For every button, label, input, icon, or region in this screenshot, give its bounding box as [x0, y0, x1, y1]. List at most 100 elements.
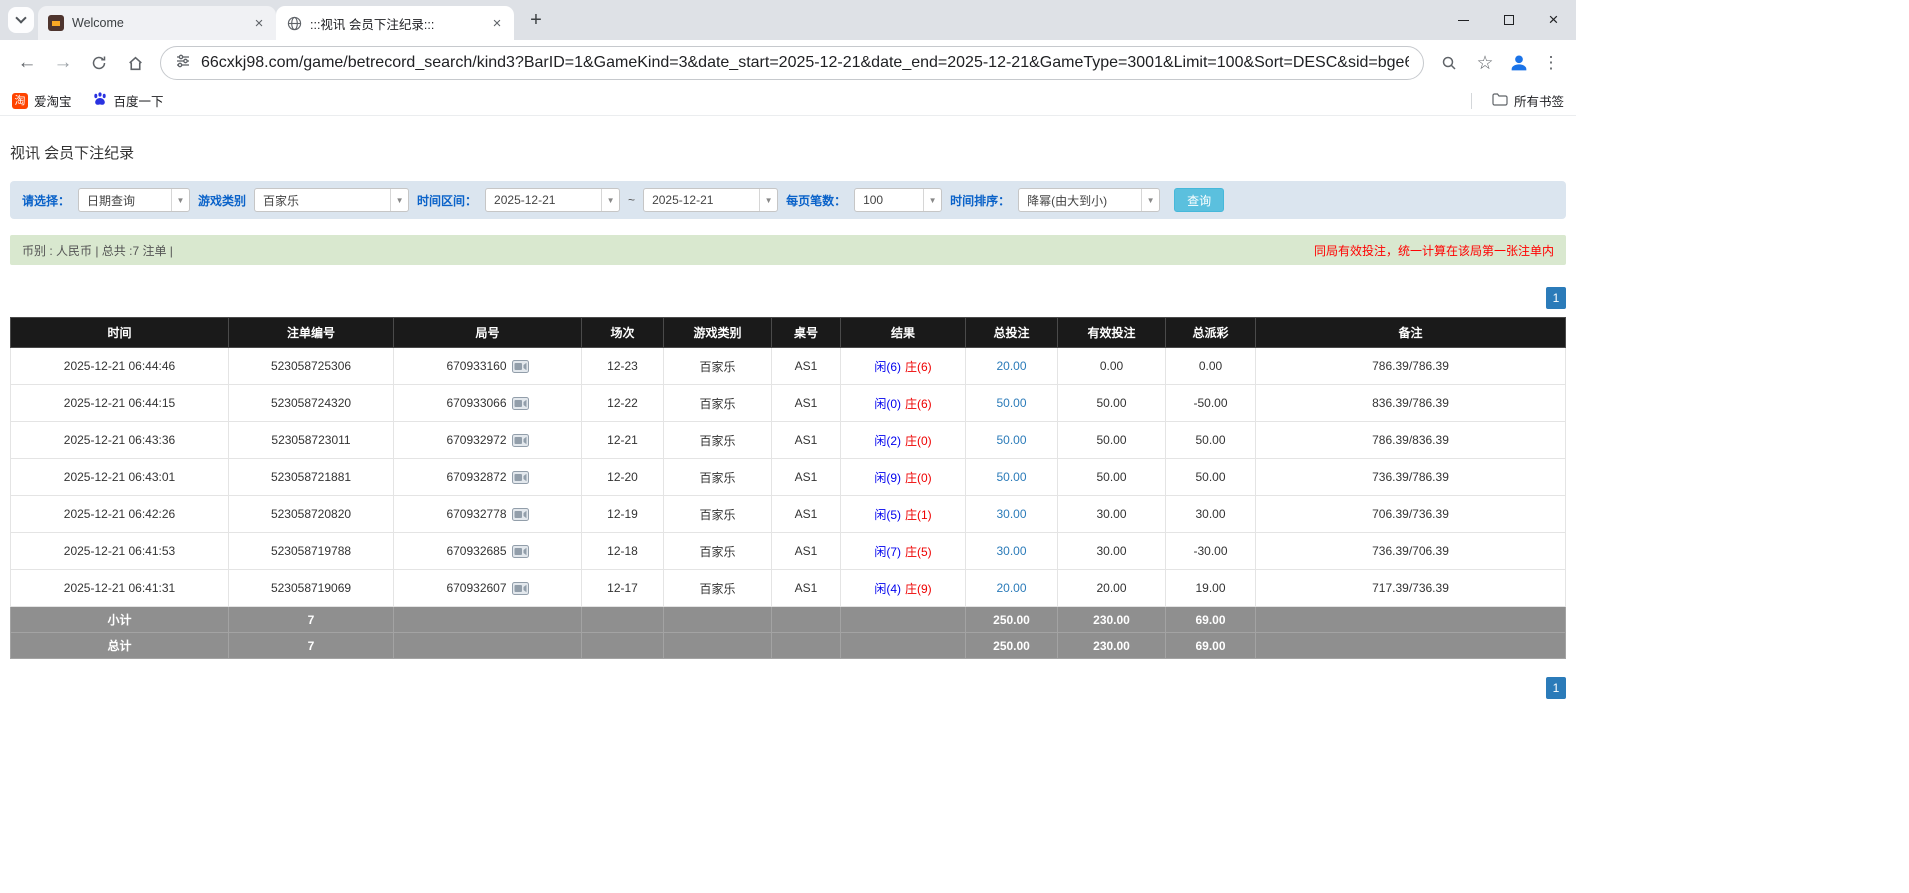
- cell-result: 闲(2)庄(0): [841, 422, 966, 459]
- total-bet-link[interactable]: 30.00: [996, 507, 1026, 521]
- forward-button[interactable]: →: [46, 46, 80, 80]
- total-valid-bet: 230.00: [1058, 633, 1166, 659]
- cell-session: 12-22: [582, 385, 664, 422]
- total-bet-link[interactable]: 20.00: [996, 581, 1026, 595]
- round-id-text: 670932972: [446, 433, 506, 447]
- address-bar: ← → 66cxkj98.com/game/betrecord_search/k…: [0, 40, 1576, 86]
- info-bar: 币别 : 人民币 | 总共 :7 注单 | 同局有效投注，统一计算在该局第一张注…: [10, 235, 1566, 265]
- table-body: 2025-12-21 06:44:46 523058725306 6709331…: [11, 348, 1566, 659]
- subtotal-total-bet: 250.00: [966, 607, 1058, 633]
- cell-table-no: AS1: [772, 348, 841, 385]
- cell-game-type: 百家乐: [664, 496, 772, 533]
- home-button[interactable]: [118, 46, 152, 80]
- cell-session: 12-18: [582, 533, 664, 570]
- summary-cell-empty: [394, 633, 582, 659]
- date-end-input[interactable]: 2025-12-21 ▼: [643, 188, 778, 212]
- maximize-button[interactable]: [1486, 0, 1531, 40]
- video-replay-icon[interactable]: [512, 582, 529, 595]
- bookmark-baidu[interactable]: 百度一下: [92, 91, 164, 110]
- result-player: 闲(7): [874, 545, 901, 559]
- page-title: 视讯 会员下注纪录: [10, 142, 1566, 163]
- cell-bet-id: 523058723011: [229, 422, 394, 459]
- cell-time: 2025-12-21 06:44:15: [11, 385, 229, 422]
- video-replay-icon[interactable]: [512, 434, 529, 447]
- profile-avatar[interactable]: [1504, 48, 1534, 78]
- cell-round-id: 670932685: [394, 533, 582, 570]
- site-info-icon[interactable]: [175, 53, 191, 74]
- url-text: 66cxkj98.com/game/betrecord_search/kind3…: [201, 54, 1409, 72]
- welcome-favicon-icon: [48, 15, 64, 31]
- summary-cell-empty: [582, 607, 664, 633]
- video-replay-icon[interactable]: [512, 397, 529, 410]
- tab-strip: Welcome × :::视讯 会员下注纪录::: × + ×: [0, 0, 1576, 40]
- result-player: 闲(4): [874, 582, 901, 596]
- total-bet-link[interactable]: 50.00: [996, 470, 1026, 484]
- result-banker: 庄(1): [905, 508, 932, 522]
- total-bet-link[interactable]: 20.00: [996, 359, 1026, 373]
- tab-betrecord[interactable]: :::视讯 会员下注纪录::: ×: [276, 6, 514, 40]
- column-header-valid-bet: 有效投注: [1058, 318, 1166, 348]
- browser-menu-button[interactable]: ⋮: [1536, 53, 1566, 73]
- per-page-select[interactable]: 100 ▼: [854, 188, 942, 212]
- video-replay-icon[interactable]: [512, 471, 529, 484]
- bookmark-star-button[interactable]: ☆: [1468, 46, 1502, 80]
- table-header-row: 时间 注单编号 局号 场次 游戏类别 桌号 结果 总投注 有效投注 总派彩 备注: [11, 318, 1566, 348]
- cell-note: 706.39/736.39: [1256, 496, 1566, 533]
- result-banker: 庄(9): [905, 582, 932, 596]
- url-bar[interactable]: 66cxkj98.com/game/betrecord_search/kind3…: [160, 46, 1424, 80]
- cell-total-bet: 50.00: [966, 385, 1058, 422]
- tab-welcome[interactable]: Welcome ×: [38, 6, 276, 40]
- table-row: 2025-12-21 06:42:26 523058720820 6709327…: [11, 496, 1566, 533]
- cell-table-no: AS1: [772, 385, 841, 422]
- cell-total-bet: 30.00: [966, 533, 1058, 570]
- tab-search-button[interactable]: [8, 7, 34, 33]
- cell-game-type: 百家乐: [664, 459, 772, 496]
- total-bet-link[interactable]: 30.00: [996, 544, 1026, 558]
- currency-summary: 币别 : 人民币 | 总共 :7 注单 |: [22, 242, 173, 259]
- result-banker: 庄(5): [905, 545, 932, 559]
- search-button[interactable]: 查询: [1174, 188, 1224, 212]
- total-bet-link[interactable]: 50.00: [996, 433, 1026, 447]
- close-tab-icon[interactable]: ×: [488, 14, 506, 32]
- summary-cell-empty: [664, 633, 772, 659]
- cell-bet-id: 523058721881: [229, 459, 394, 496]
- select-label: 请选择：: [22, 192, 70, 209]
- cell-table-no: AS1: [772, 533, 841, 570]
- round-id-text: 670932607: [446, 581, 506, 595]
- cell-time: 2025-12-21 06:44:46: [11, 348, 229, 385]
- bet-records-table: 时间 注单编号 局号 场次 游戏类别 桌号 结果 总投注 有效投注 总派彩 备注…: [10, 317, 1566, 659]
- close-window-button[interactable]: ×: [1531, 0, 1576, 40]
- total-label: 总计: [11, 633, 229, 659]
- sort-select[interactable]: 降幂(由大到小) ▼: [1018, 188, 1160, 212]
- chevron-down-icon: [15, 12, 26, 23]
- cell-total-bet: 20.00: [966, 348, 1058, 385]
- cell-time: 2025-12-21 06:43:36: [11, 422, 229, 459]
- video-replay-icon[interactable]: [512, 508, 529, 521]
- zoom-button[interactable]: [1432, 46, 1466, 80]
- person-icon: [1508, 52, 1530, 74]
- date-start-input[interactable]: 2025-12-21 ▼: [485, 188, 620, 212]
- video-replay-icon[interactable]: [512, 545, 529, 558]
- round-id-text: 670933066: [446, 396, 506, 410]
- all-bookmarks-button[interactable]: 所有书签: [1492, 91, 1564, 110]
- total-bet-link[interactable]: 50.00: [996, 396, 1026, 410]
- cell-valid-bet: 0.00: [1058, 348, 1166, 385]
- new-tab-button[interactable]: +: [522, 6, 550, 34]
- magnifier-icon: [1441, 55, 1457, 71]
- bookmark-aitaobao[interactable]: 淘 爱淘宝: [12, 91, 72, 110]
- table-row: 2025-12-21 06:44:46 523058725306 6709331…: [11, 348, 1566, 385]
- refresh-button[interactable]: [82, 46, 116, 80]
- page-1-button[interactable]: 1: [1546, 677, 1566, 699]
- game-type-select[interactable]: 百家乐 ▼: [254, 188, 409, 212]
- summary-cell-empty: [772, 607, 841, 633]
- cell-note: 786.39/786.39: [1256, 348, 1566, 385]
- query-type-select[interactable]: 日期查询 ▼: [78, 188, 190, 212]
- video-replay-icon[interactable]: [512, 360, 529, 373]
- page-1-button[interactable]: 1: [1546, 287, 1566, 309]
- cell-game-type: 百家乐: [664, 385, 772, 422]
- bookmarks-divider: [1471, 93, 1472, 109]
- close-tab-icon[interactable]: ×: [250, 14, 268, 32]
- cell-valid-bet: 50.00: [1058, 422, 1166, 459]
- minimize-button[interactable]: [1441, 0, 1486, 40]
- back-button[interactable]: ←: [10, 46, 44, 80]
